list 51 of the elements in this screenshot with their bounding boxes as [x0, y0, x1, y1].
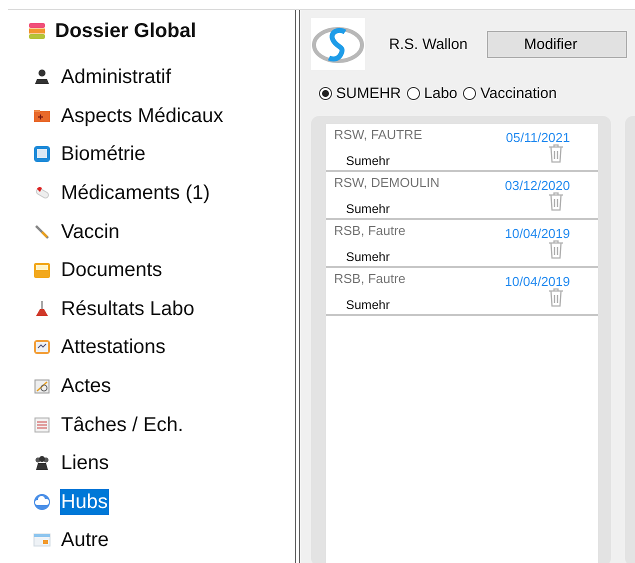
folder-icon — [33, 261, 51, 280]
chart-icon — [33, 377, 51, 396]
syringe-icon — [33, 222, 51, 241]
people-icon — [33, 454, 51, 472]
flask-icon — [33, 300, 51, 318]
cloud-icon — [33, 492, 51, 511]
radio-button[interactable] — [463, 87, 476, 100]
sidebar-item[interactable]: Tâches / Ech. — [60, 412, 184, 438]
document-type: Sumehr — [345, 298, 391, 314]
monitor-icon — [33, 145, 51, 164]
sidebar-item[interactable]: Actes — [60, 373, 112, 400]
trash-icon[interactable] — [548, 287, 564, 307]
sidebar-item[interactable]: Vaccin — [60, 218, 121, 245]
document-date: 10/04/2019 — [504, 274, 570, 291]
sidebar-item[interactable]: Hubs — [60, 488, 109, 515]
trash-icon[interactable] — [548, 191, 564, 211]
document-author: RSB, Fautre — [334, 271, 407, 288]
document-date: 03/12/2020 — [504, 178, 570, 195]
document-type: Sumehr — [345, 250, 391, 266]
document-author: RSW, FAUTRE — [334, 127, 424, 144]
stack-icon — [28, 22, 46, 40]
sidebar-item[interactable]: Attestations — [60, 334, 167, 360]
trash-icon[interactable] — [548, 239, 564, 259]
document-date: 10/04/2019 — [504, 226, 570, 243]
document-author: RSW, DEMOULIN — [334, 175, 440, 192]
provider-name: R.S. Wallon — [389, 36, 469, 52]
sidebar-item[interactable]: Biométrie — [60, 141, 146, 168]
sidebar-item[interactable]: Documents — [60, 257, 164, 284]
radio-label[interactable]: Labo — [424, 85, 458, 102]
sidebar-item[interactable]: Autre — [60, 527, 110, 554]
sidebar-title: Dossier Global — [55, 20, 196, 42]
document-type: Sumehr — [345, 154, 391, 170]
radio-button[interactable] — [407, 87, 420, 100]
radio-label[interactable]: Vaccination — [480, 85, 557, 102]
document-type: Sumehr — [345, 202, 391, 218]
document-date: 05/11/2021 — [506, 130, 570, 147]
certificate-icon — [33, 338, 51, 356]
person-icon — [33, 68, 51, 86]
window-icon — [33, 531, 51, 550]
logo-icon — [311, 18, 365, 70]
modify-button[interactable]: Modifier — [487, 30, 627, 58]
radio-label[interactable]: SUMEHR — [336, 85, 402, 102]
document-author: RSB, Fautre — [334, 223, 407, 240]
sidebar-item[interactable]: Aspects Médicaux — [60, 102, 224, 129]
radio-button[interactable] — [319, 87, 332, 100]
sidebar-item[interactable]: Médicaments (1) — [60, 180, 211, 206]
sidebar-item[interactable]: Résultats Labo — [60, 296, 196, 322]
trash-icon[interactable] — [548, 143, 564, 163]
checklist-icon — [33, 416, 51, 434]
sidebar-item[interactable]: Administratif — [60, 64, 172, 90]
sidebar-item[interactable]: Liens — [60, 450, 110, 476]
